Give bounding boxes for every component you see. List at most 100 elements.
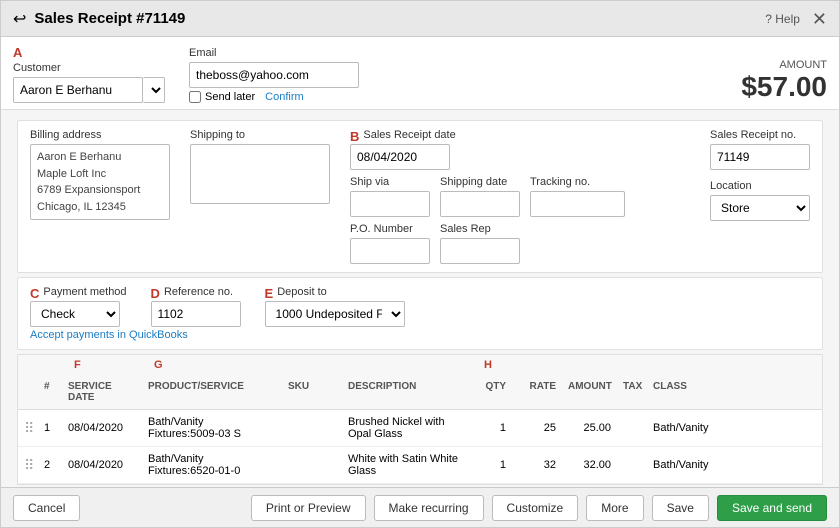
- location-label: Location: [710, 180, 810, 192]
- date-row-1: B Sales Receipt date: [350, 129, 625, 170]
- row1-amount: 25.00: [562, 420, 617, 436]
- customer-label: Customer: [13, 62, 165, 74]
- more-button[interactable]: More: [586, 495, 643, 521]
- table-row: ⠿ 2 08/04/2020 Bath/Vanity Fixtures:6520…: [18, 447, 822, 484]
- th-description: DESCRIPTION: [342, 379, 472, 405]
- row2-qty: 1: [472, 457, 512, 473]
- make-recurring-button[interactable]: Make recurring: [374, 495, 484, 521]
- th-service-date: SERVICE DATE: [62, 379, 142, 405]
- row2-amount: 32.00: [562, 457, 617, 473]
- annotation-c: C: [30, 286, 39, 301]
- row1-num: 1: [38, 420, 62, 436]
- footer-left: Cancel: [13, 495, 80, 521]
- drag-handle-2[interactable]: ⠿: [18, 455, 38, 476]
- ship-via-input[interactable]: [350, 191, 430, 217]
- date-fields: B Sales Receipt date Ship via: [350, 129, 625, 264]
- close-button[interactable]: ✕: [812, 10, 827, 28]
- email-input[interactable]: [189, 62, 359, 88]
- row2-service-date[interactable]: 08/04/2020: [62, 457, 142, 473]
- th-num: #: [38, 379, 62, 405]
- annotation-b: B: [350, 129, 359, 144]
- save-button[interactable]: Save: [652, 495, 709, 521]
- receipt-no-group: Sales Receipt no.: [710, 129, 810, 170]
- help-button[interactable]: ? Help: [765, 12, 800, 26]
- row2-description: White with Satin White Glass: [342, 451, 472, 479]
- billing-section: Billing address Aaron E Berhanu Maple Lo…: [17, 120, 823, 273]
- payment-method-group: C Payment method Check Cash Credit Card: [30, 286, 127, 327]
- receipt-date-input[interactable]: [350, 144, 450, 170]
- billing-row: Billing address Aaron E Berhanu Maple Lo…: [30, 129, 810, 264]
- row2-product[interactable]: Bath/Vanity Fixtures:6520-01-0: [142, 451, 282, 479]
- drag-handle-1[interactable]: ⠿: [18, 418, 38, 439]
- row1-tax: [617, 426, 647, 430]
- table-header: # SERVICE DATE PRODUCT/SERVICE SKU DESCR…: [18, 375, 822, 410]
- receipt-date-label: Sales Receipt date: [363, 129, 455, 141]
- amount-col: AMOUNT $57.00: [741, 59, 827, 103]
- row1-sku: [282, 426, 342, 430]
- reference-no-group: D Reference no.: [151, 286, 241, 327]
- sales-rep-group: Sales Rep: [440, 223, 520, 264]
- receipt-no-label: Sales Receipt no.: [710, 129, 810, 141]
- deposit-to-label: Deposit to: [277, 286, 327, 298]
- customer-input[interactable]: [13, 77, 143, 103]
- footer-right: Print or Preview Make recurring Customiz…: [251, 495, 827, 521]
- row1-product[interactable]: Bath/Vanity Fixtures:5009-03 S: [142, 414, 282, 442]
- header-right: ? Help ✕: [765, 10, 827, 28]
- confirm-link[interactable]: Confirm: [265, 91, 304, 103]
- reference-no-label: Reference no.: [164, 286, 233, 298]
- receipt-no-input[interactable]: [710, 144, 810, 170]
- annotation-h: H: [478, 357, 518, 373]
- customer-col: A Customer ▼: [13, 45, 165, 103]
- back-icon[interactable]: ↩: [13, 9, 26, 29]
- th-amount: AMOUNT: [562, 379, 617, 405]
- shipping-to-label: Shipping to: [190, 129, 330, 141]
- send-later-checkbox[interactable]: [189, 91, 201, 103]
- reference-no-input[interactable]: [151, 301, 241, 327]
- location-dropdown[interactable]: Store Online Warehouse: [710, 195, 810, 221]
- po-number-label: P.O. Number: [350, 223, 430, 235]
- row2-tax: [617, 463, 647, 467]
- shipping-date-input[interactable]: [440, 191, 520, 217]
- right-fields: Sales Receipt no. Location Store Online …: [710, 129, 810, 264]
- tracking-no-label: Tracking no.: [530, 176, 625, 188]
- customer-dropdown[interactable]: ▼: [143, 77, 165, 103]
- save-send-button[interactable]: Save and send: [717, 495, 827, 521]
- th-qty: QTY: [472, 379, 512, 405]
- row1-service-date[interactable]: 08/04/2020: [62, 420, 142, 436]
- payment-row: C Payment method Check Cash Credit Card …: [30, 286, 810, 327]
- payment-method-label: Payment method: [43, 286, 126, 298]
- deposit-to-select[interactable]: 1000 Undeposited Fu...: [265, 301, 405, 327]
- sales-receipt-modal: ↩ Sales Receipt #71149 ? Help ✕ A Custom…: [0, 0, 840, 528]
- print-preview-button[interactable]: Print or Preview: [251, 495, 366, 521]
- amount-display: $57.00: [741, 71, 827, 103]
- payment-method-select[interactable]: Check Cash Credit Card: [30, 301, 120, 327]
- send-label-row: Send later Confirm: [189, 91, 359, 103]
- th-tax: TAX: [617, 379, 647, 405]
- billing-address-group: Billing address Aaron E Berhanu Maple Lo…: [30, 129, 170, 264]
- tracking-no-input[interactable]: [530, 191, 625, 217]
- shipping-to-group: Shipping to: [190, 129, 330, 264]
- payment-section: C Payment method Check Cash Credit Card …: [17, 277, 823, 350]
- date-row-3: P.O. Number Sales Rep: [350, 223, 625, 264]
- po-number-input[interactable]: [350, 238, 430, 264]
- row2-sku: [282, 463, 342, 467]
- th-sku: SKU: [282, 379, 342, 405]
- annotation-f: F: [68, 357, 148, 373]
- billing-line-1: Aaron E Berhanu: [37, 149, 163, 166]
- date-row-2: Ship via Shipping date Tracking no.: [350, 176, 625, 217]
- amount-label: AMOUNT: [779, 59, 827, 71]
- accept-payments-link[interactable]: Accept payments in QuickBooks: [30, 329, 188, 341]
- deposit-to-group: E Deposit to 1000 Undeposited Fu...: [265, 286, 405, 327]
- customize-button[interactable]: Customize: [492, 495, 579, 521]
- modal-header: ↩ Sales Receipt #71149 ? Help ✕: [1, 1, 839, 37]
- shipping-date-label: Shipping date: [440, 176, 520, 188]
- cancel-button[interactable]: Cancel: [13, 495, 80, 521]
- sales-rep-input[interactable]: [440, 238, 520, 264]
- send-later-label: Send later: [205, 91, 255, 103]
- th-drag: [18, 379, 38, 405]
- annotation-d: D: [151, 286, 160, 301]
- annotation-g: G: [148, 357, 288, 373]
- row2-class: Bath/Vanity: [647, 457, 717, 473]
- line-items-table: F G H # SERVICE DATE PRODUCT/SERVICE SKU…: [17, 354, 823, 485]
- ship-via-group: Ship via: [350, 176, 430, 217]
